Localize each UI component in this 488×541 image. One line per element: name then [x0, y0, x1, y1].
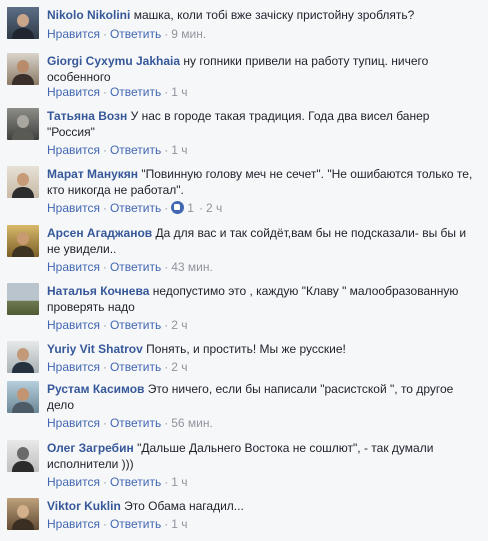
comment-text: Понять, и простить! Мы же русские!: [146, 342, 346, 356]
avatar[interactable]: [7, 341, 39, 373]
comment-body: Арсен Агаджанов Да для вас и так сойдёт,…: [47, 225, 479, 257]
comment-actions: Нравится · Ответить · 1 ч: [47, 517, 188, 531]
separator-dot: ·: [102, 475, 107, 489]
separator-dot: ·: [164, 201, 169, 215]
separator-dot: ·: [164, 27, 169, 41]
comment-timestamp[interactable]: 2 ч: [206, 201, 222, 215]
comment-body: Наталья Кочнева недопустимо это , каждую…: [47, 283, 479, 315]
comment-author[interactable]: Наталья Кочнева: [47, 284, 149, 298]
comment-actions: Нравится · Ответить · 2 ч: [47, 318, 188, 332]
separator-dot: ·: [102, 85, 107, 99]
comment-text: машка, коли тобі вже зачіску пристойну з…: [133, 8, 415, 22]
like-link[interactable]: Нравится: [47, 260, 100, 274]
reply-link[interactable]: Ответить: [110, 260, 161, 274]
separator-dot: ·: [102, 360, 107, 374]
like-link[interactable]: Нравится: [47, 517, 100, 531]
comment-body: Giorgi Сухуmu Jakhaia ну гопники привели…: [47, 53, 479, 85]
comment-actions: Нравится · Ответить · 56 мин.: [47, 416, 213, 430]
like-link[interactable]: Нравится: [47, 318, 100, 332]
comment-author[interactable]: Рустам Касимов: [47, 382, 144, 396]
comment-text: Это Обама нагадил...: [124, 499, 244, 513]
avatar[interactable]: [7, 108, 39, 140]
avatar[interactable]: [7, 381, 39, 413]
comment-body: Nikolo Nikolini машка, коли тобі вже зач…: [47, 7, 479, 23]
separator-dot: ·: [102, 416, 107, 430]
separator-dot: ·: [164, 360, 169, 374]
comment-body: Viktor Kuklin Это Обама нагадил...: [47, 498, 479, 514]
separator-dot: ·: [102, 27, 107, 41]
comment-timestamp[interactable]: 43 мин.: [171, 260, 213, 274]
separator-dot: ·: [102, 260, 107, 274]
comment-actions: Нравится · Ответить · 1 · 2 ч: [47, 201, 222, 215]
comment-author[interactable]: Nikolo Nikolini: [47, 8, 130, 22]
comment-timestamp[interactable]: 1 ч: [171, 143, 187, 157]
avatar[interactable]: [7, 166, 39, 198]
separator-dot: ·: [164, 475, 169, 489]
like-link[interactable]: Нравится: [47, 143, 100, 157]
comment-body: Yuriy Vit Shatrov Понять, и простить! Мы…: [47, 341, 479, 357]
like-link[interactable]: Нравится: [47, 27, 100, 41]
reply-link[interactable]: Ответить: [110, 201, 161, 215]
reply-link[interactable]: Ответить: [110, 517, 161, 531]
comment-actions: Нравится · Ответить · 2 ч: [47, 360, 188, 374]
comment-author[interactable]: Yuriy Vit Shatrov: [47, 342, 143, 356]
like-reaction-icon[interactable]: [171, 201, 185, 214]
comment-actions: Нравится · Ответить · 1 ч: [47, 475, 188, 489]
separator-dot: ·: [198, 201, 203, 215]
comment-author[interactable]: Татьяна Возн: [47, 109, 127, 123]
comment-author[interactable]: Арсен Агаджанов: [47, 226, 152, 240]
reply-link[interactable]: Ответить: [110, 143, 161, 157]
comment-body: Рустам Касимов Это ничего, если бы напис…: [47, 381, 479, 413]
comment-author[interactable]: Viktor Kuklin: [47, 499, 121, 513]
comment-timestamp[interactable]: 9 мин.: [171, 27, 206, 41]
comment-timestamp[interactable]: 2 ч: [171, 360, 187, 374]
like-link[interactable]: Нравится: [47, 360, 100, 374]
separator-dot: ·: [102, 517, 107, 531]
comment-author[interactable]: Марат Манукян: [47, 167, 138, 181]
comment-body: Марат Манукян "Повинную голову меч не се…: [47, 166, 479, 198]
comment-author[interactable]: Giorgi Сухуmu Jakhaia: [47, 54, 180, 68]
comment-actions: Нравится · Ответить · 9 мин.: [47, 27, 206, 41]
comment-actions: Нравится · Ответить · 1 ч: [47, 143, 188, 157]
like-link[interactable]: Нравится: [47, 85, 100, 99]
comment-actions: Нравится · Ответить · 43 мин.: [47, 260, 213, 274]
reaction-count[interactable]: 1: [187, 201, 194, 215]
separator-dot: ·: [164, 143, 169, 157]
separator-dot: ·: [102, 143, 107, 157]
separator-dot: ·: [164, 318, 169, 332]
separator-dot: ·: [164, 260, 169, 274]
separator-dot: ·: [164, 85, 169, 99]
comment-actions: Нравится · Ответить · 1 ч: [47, 85, 188, 99]
reply-link[interactable]: Ответить: [110, 318, 161, 332]
comment-body: Татьяна Возн У нас в городе такая традиц…: [47, 108, 479, 140]
avatar[interactable]: [7, 498, 39, 530]
comment-timestamp[interactable]: 1 ч: [171, 517, 187, 531]
reply-link[interactable]: Ответить: [110, 85, 161, 99]
comment-timestamp[interactable]: 2 ч: [171, 318, 187, 332]
avatar[interactable]: [7, 283, 39, 315]
avatar[interactable]: [7, 7, 39, 39]
reply-link[interactable]: Ответить: [110, 416, 161, 430]
avatar[interactable]: [7, 225, 39, 257]
separator-dot: ·: [164, 416, 169, 430]
comment-body: Олег Загребин "Дальше Дальнего Востока н…: [47, 440, 479, 472]
separator-dot: ·: [164, 517, 169, 531]
reply-link[interactable]: Ответить: [110, 27, 161, 41]
like-link[interactable]: Нравится: [47, 416, 100, 430]
reply-link[interactable]: Ответить: [110, 475, 161, 489]
comment-author[interactable]: Олег Загребин: [47, 441, 134, 455]
comment-thread: Nikolo Nikolini машка, коли тобі вже зач…: [0, 0, 488, 541]
avatar[interactable]: [7, 53, 39, 85]
avatar[interactable]: [7, 440, 39, 472]
separator-dot: ·: [102, 201, 107, 215]
like-link[interactable]: Нравится: [47, 201, 100, 215]
comment-timestamp[interactable]: 56 мин.: [171, 416, 213, 430]
reply-link[interactable]: Ответить: [110, 360, 161, 374]
comment-timestamp[interactable]: 1 ч: [171, 85, 187, 99]
separator-dot: ·: [102, 318, 107, 332]
comment-timestamp[interactable]: 1 ч: [171, 475, 187, 489]
like-link[interactable]: Нравится: [47, 475, 100, 489]
